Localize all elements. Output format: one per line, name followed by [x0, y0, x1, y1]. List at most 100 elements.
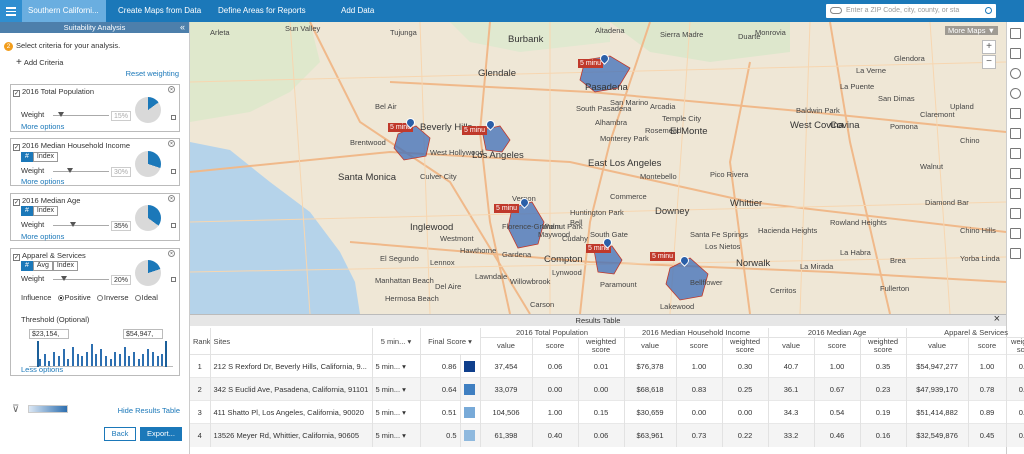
toggle-avg[interactable]: Avg — [32, 261, 53, 271]
weight-percent[interactable]: 30% — [111, 167, 131, 177]
filter-icon[interactable]: ⊽ — [12, 404, 19, 415]
remove-criteria-icon[interactable]: × — [168, 250, 175, 257]
lock-icon[interactable] — [171, 115, 176, 120]
col-value[interactable]: value — [624, 337, 677, 355]
cell-value: 0.20 — [1006, 354, 1024, 378]
hide-results-link[interactable]: Hide Results Table — [118, 406, 180, 415]
col-weighted-score[interactable]: weighted score — [1006, 337, 1024, 355]
threshold-histogram[interactable] — [29, 341, 173, 367]
col-score[interactable]: score — [676, 337, 723, 355]
zoom-in-button[interactable]: + — [982, 40, 996, 54]
table-row[interactable]: 2 342 S Euclid Ave, Pasadena, California,… — [190, 377, 1024, 401]
weight-slider[interactable] — [53, 276, 109, 281]
weight-slider-thumb[interactable] — [61, 276, 68, 281]
col-value[interactable]: value — [768, 337, 815, 355]
legend-icon[interactable] — [1010, 248, 1021, 259]
more-options-link[interactable]: More options — [21, 232, 64, 241]
threshold-min-input[interactable]: $23,154, — [29, 329, 69, 339]
toggle-number[interactable]: # — [21, 152, 33, 162]
weight-slider-thumb[interactable] — [69, 222, 76, 227]
criteria-checkbox[interactable]: ✓ — [13, 144, 20, 151]
share-icon[interactable] — [1010, 208, 1021, 219]
lock-icon[interactable] — [171, 169, 176, 174]
col-final-score[interactable]: Final Score ▾ — [420, 328, 481, 355]
table-row[interactable]: 3 411 Shatto Pl, Los Angeles, California,… — [190, 400, 1024, 424]
zoom-in-tool-icon[interactable] — [1010, 68, 1021, 79]
previous-extent-icon[interactable] — [1010, 128, 1021, 139]
weight-percent[interactable]: 35% — [111, 221, 131, 231]
home-icon[interactable] — [1010, 148, 1021, 159]
reset-weighting-link[interactable]: Reset weighting — [126, 69, 179, 78]
col-score[interactable]: score — [814, 337, 861, 355]
collapse-icon[interactable]: « — [180, 22, 185, 33]
radio-inverse[interactable] — [96, 295, 103, 301]
remove-criteria-icon[interactable]: × — [168, 86, 175, 93]
weight-slider-thumb[interactable] — [58, 112, 65, 117]
weight-percent[interactable]: 15% — [111, 111, 131, 121]
select-tool-icon[interactable] — [1010, 168, 1021, 179]
radio-ideal[interactable] — [134, 295, 141, 301]
table-row[interactable]: 1 212 S Rexford Dr, Beverly Hills, Califo… — [190, 354, 1024, 378]
export-button[interactable]: Export... — [140, 427, 182, 441]
weight-slider-thumb[interactable] — [66, 168, 73, 173]
menu-icon[interactable] — [0, 0, 22, 22]
col-value[interactable]: value — [480, 337, 533, 355]
col-weighted-score[interactable]: weighted score — [578, 337, 625, 355]
toggle-index[interactable]: Index — [52, 261, 78, 271]
radio-positive[interactable] — [57, 295, 64, 301]
cell-drive[interactable]: 5 min... ▾ — [372, 400, 421, 424]
threshold-min-handle[interactable] — [37, 341, 39, 367]
cell-drive[interactable]: 5 min... ▾ — [372, 354, 421, 378]
threshold-max-handle[interactable] — [165, 341, 167, 367]
nav-create-maps[interactable]: Create Maps from Data — [118, 0, 201, 22]
add-criteria-button[interactable]: + Add Criteria — [16, 57, 63, 68]
color-ramp-select[interactable] — [28, 405, 68, 413]
weight-slider[interactable] — [53, 168, 109, 173]
col-sites[interactable]: Sites — [210, 328, 373, 355]
more-maps-button[interactable]: More Maps ▼ — [944, 26, 998, 35]
weight-slider[interactable] — [53, 222, 109, 227]
search-icon[interactable] — [985, 7, 992, 14]
nav-add-data[interactable]: Add Data — [341, 0, 374, 22]
lock-icon[interactable] — [171, 277, 176, 282]
col-score[interactable]: score — [532, 337, 579, 355]
close-icon[interactable]: × — [994, 314, 1000, 325]
cell-drive[interactable]: 5 min... ▾ — [372, 423, 421, 447]
col-drive-time[interactable]: 5 min... ▾ — [372, 328, 421, 355]
full-extent-icon[interactable] — [1010, 108, 1021, 119]
pin-tool-icon[interactable] — [1010, 28, 1021, 39]
criteria-checkbox[interactable]: ✓ — [13, 90, 20, 97]
col-score[interactable]: score — [968, 337, 1007, 355]
col-weighted-score[interactable]: weighted score — [722, 337, 769, 355]
col-rank[interactable]: Rank — [190, 328, 211, 355]
toggle-index[interactable]: Index — [32, 152, 59, 162]
col-weighted-score[interactable]: weighted score — [860, 337, 907, 355]
weight-percent[interactable]: 20% — [111, 275, 131, 285]
col-value[interactable]: value — [906, 337, 969, 355]
search-input[interactable]: Enter a ZIP Code, city, county, or sta — [826, 4, 996, 18]
weight-slider[interactable] — [53, 112, 109, 117]
remove-criteria-icon[interactable]: × — [168, 195, 175, 202]
remove-criteria-icon[interactable]: × — [168, 140, 175, 147]
less-options-link[interactable]: Less options — [21, 365, 63, 374]
print-icon[interactable] — [1010, 228, 1021, 239]
map-view[interactable]: Burbank Glendale Altadena Sierra Madre Monro… — [190, 22, 1006, 314]
lock-icon[interactable] — [171, 223, 176, 228]
project-name[interactable]: Southern Californi... — [22, 0, 106, 22]
table-row[interactable]: 4 13526 Meyer Rd, Whittier, California, 9… — [190, 423, 1024, 447]
zoom-out-tool-icon[interactable] — [1010, 88, 1021, 99]
more-options-link[interactable]: More options — [21, 122, 64, 131]
cell-drive[interactable]: 5 min... ▾ — [372, 377, 421, 401]
criteria-checkbox[interactable]: ✓ — [13, 199, 20, 206]
more-options-link[interactable]: More options — [21, 177, 64, 186]
nav-define-areas[interactable]: Define Areas for Reports — [218, 0, 306, 22]
zoom-out-button[interactable]: − — [982, 55, 996, 69]
measure-icon[interactable] — [1010, 188, 1021, 199]
back-button[interactable]: Back — [104, 427, 136, 441]
threshold-max-input[interactable]: $54,947, — [123, 329, 163, 339]
pan-tool-icon[interactable] — [1010, 48, 1021, 59]
criteria-checkbox[interactable]: ✓ — [13, 254, 20, 261]
toggle-number[interactable]: # — [21, 206, 33, 216]
toggle-number[interactable]: # — [21, 261, 33, 271]
toggle-index[interactable]: Index — [32, 206, 59, 216]
